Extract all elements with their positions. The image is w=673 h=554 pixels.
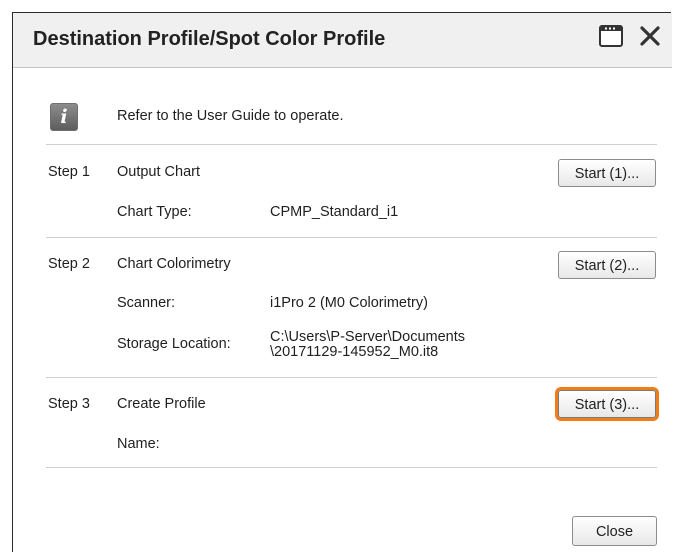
start-2-button[interactable]: Start (2)... [558, 251, 656, 279]
start-1-button[interactable]: Start (1)... [558, 159, 656, 187]
storage-location-label: Storage Location: [117, 336, 231, 352]
chart-type-label: Chart Type: [117, 204, 192, 220]
close-icon[interactable] [638, 24, 662, 53]
storage-location-value: C:\Users\P-Server\Documents \20171129-14… [270, 329, 465, 360]
dialog-title: Destination Profile/Spot Color Profile [33, 28, 386, 50]
divider [46, 467, 657, 468]
maximize-icon[interactable] [598, 24, 624, 53]
close-button[interactable]: Close [572, 516, 657, 546]
divider [46, 144, 657, 145]
divider [46, 377, 657, 378]
step-3-name: Create Profile [117, 396, 206, 412]
scanner-label: Scanner: [117, 295, 176, 311]
start-3-button[interactable]: Start (3)... [558, 390, 656, 418]
step-2-name: Chart Colorimetry [117, 256, 231, 272]
step-2-label: Step 2 [48, 256, 90, 272]
chart-type-value: CPMP_Standard_i1 [270, 204, 399, 220]
profile-name-label: Name: [117, 436, 160, 452]
step-3-label: Step 3 [48, 396, 90, 412]
scanner-value: i1Pro 2 (M0 Colorimetry) [270, 295, 428, 311]
step-1-name: Output Chart [117, 164, 201, 180]
divider [46, 237, 657, 238]
info-icon: i [50, 103, 78, 131]
step-1-label: Step 1 [48, 164, 90, 180]
info-text: Refer to the User Guide to operate. [117, 108, 344, 124]
title-bar: Destination Profile/Spot Color Profile [13, 13, 672, 68]
profile-dialog: Destination Profile/Spot Color Profile i… [12, 12, 672, 552]
